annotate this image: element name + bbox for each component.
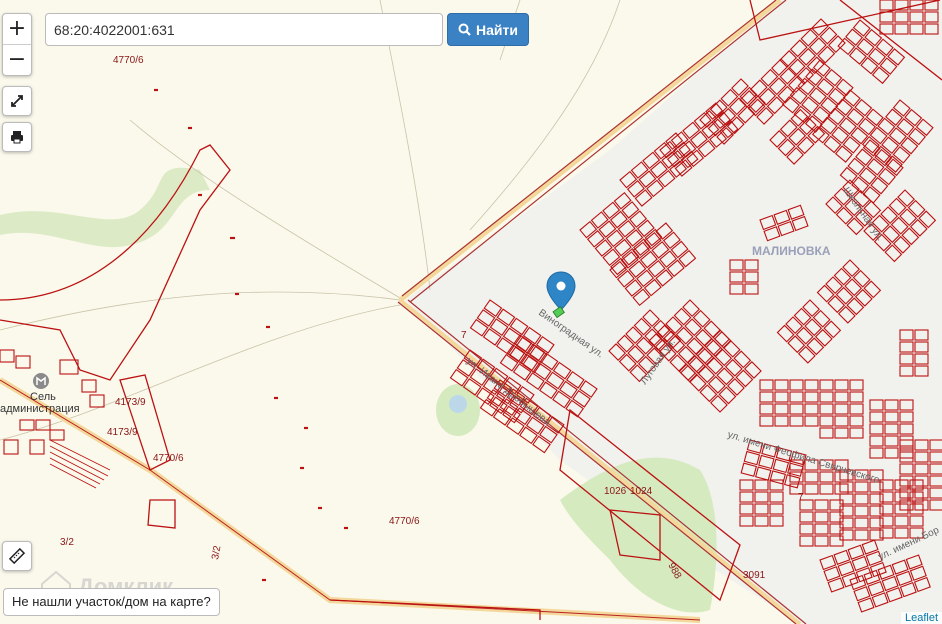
parcel-label: 4173/9 [115,397,146,408]
ruler-icon [9,548,25,564]
parcel-label: 4173/9 [107,427,138,438]
parcel-label: 7 [461,330,467,341]
attribution-link[interactable]: Leaflet [900,612,942,624]
measure-button[interactable] [2,541,32,571]
poi-label: Сель [30,391,56,403]
zoom-in-button[interactable]: + [3,14,31,44]
poi-label: администрация [0,403,80,415]
search-input[interactable] [45,13,443,46]
search-icon [458,23,471,36]
zoom-out-button[interactable]: − [3,44,31,75]
parcel-label: 3091 [743,570,766,581]
search-button-label: Найти [476,21,518,38]
print-button[interactable] [2,122,32,152]
printer-icon [11,131,23,144]
parcel-label: 1024 [630,486,653,497]
parcel-label: 1026 [604,486,627,497]
parcel-label: 4770/6 [113,55,144,66]
zoom-control: + − [2,13,32,76]
parcel-label: 3/2 [60,537,74,548]
cadastral-map[interactable]: 4770/6 4770/6 4770/6 4173/9 4173/9 3/2 3… [0,0,942,624]
parcel-label: 4770/6 [389,516,420,527]
search-button[interactable]: Найти [447,13,529,46]
parcel-label: 7 [798,492,804,503]
fullscreen-button[interactable] [2,86,32,116]
not-found-button[interactable]: Не нашли участок/дом на карте? [3,588,220,616]
parcel-label: 4770/6 [153,453,184,464]
expand-icon [11,95,23,107]
place-name-label: МАЛИНОВКА [752,244,831,258]
